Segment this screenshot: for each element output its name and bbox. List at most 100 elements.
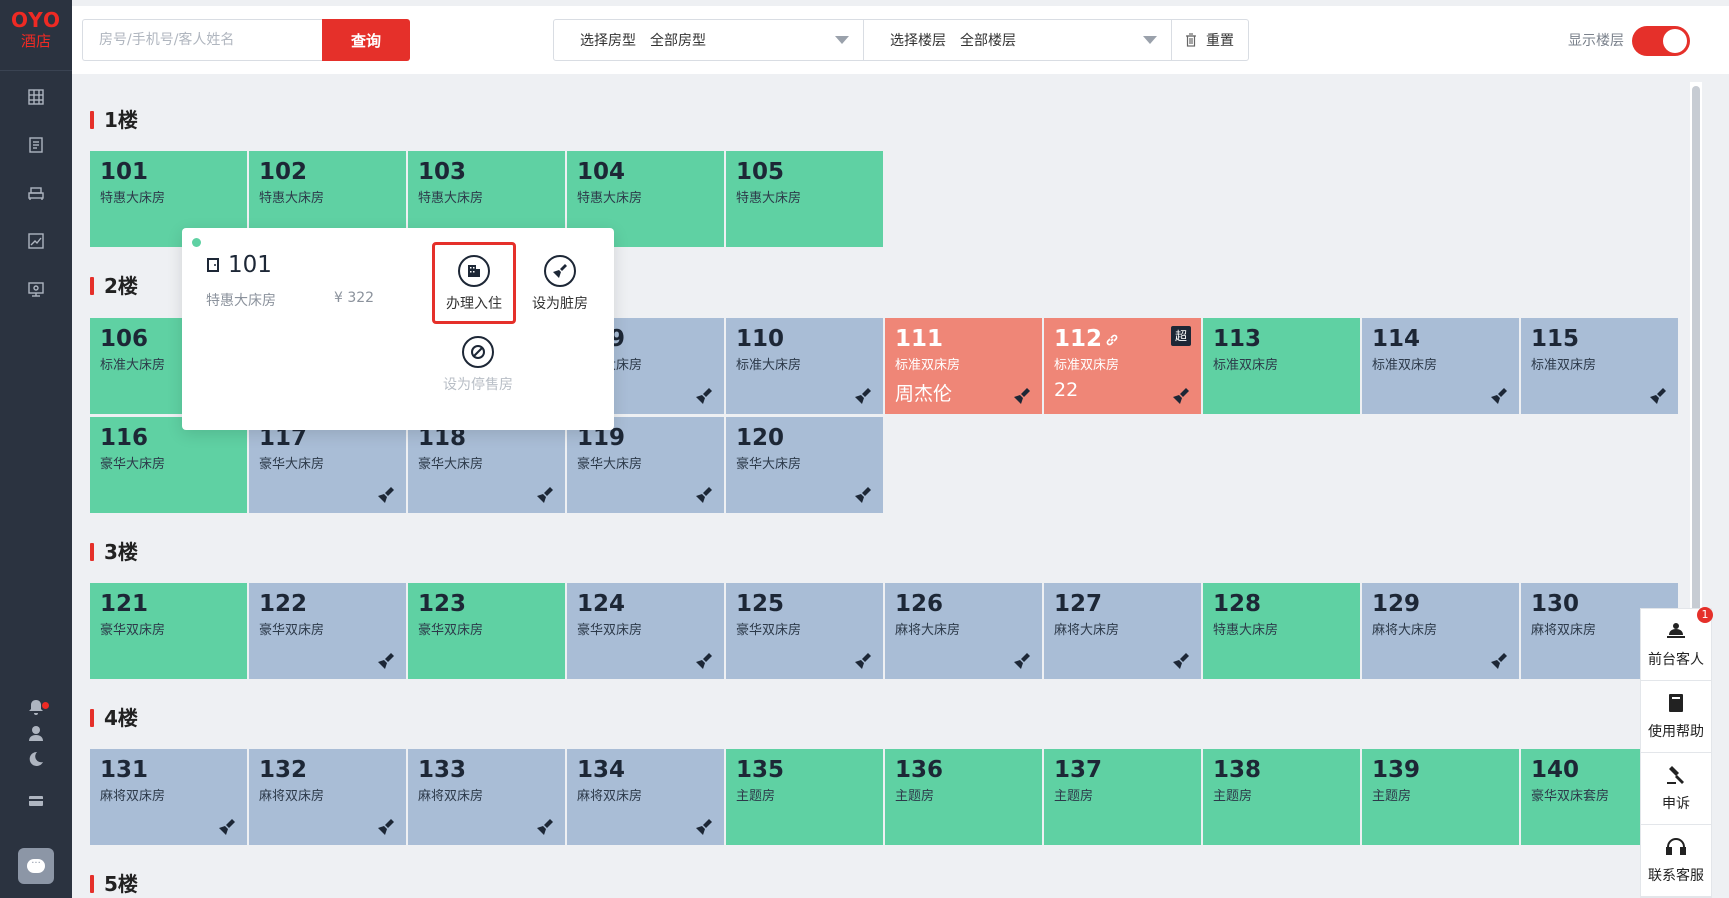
room-type: 特惠大床房: [259, 191, 325, 206]
room-type: 主题房: [1213, 789, 1253, 804]
room-number: 128: [1213, 591, 1262, 617]
broom-icon: [544, 255, 576, 287]
sidebar: OYO 酒店 ···: [0, 0, 72, 898]
room-card[interactable]: 119 豪华大床房: [567, 417, 724, 513]
checkin-button[interactable]: 办理入住: [432, 242, 516, 324]
room-card[interactable]: 110 标准大床房: [726, 318, 883, 414]
room-card[interactable]: 111 标准双床房 周杰伦: [885, 318, 1042, 414]
bed-icon[interactable]: [25, 182, 47, 204]
broom-icon: [694, 485, 714, 505]
set-dirty-label: 设为脏房: [532, 296, 588, 312]
room-card[interactable]: 135 主题房: [726, 749, 883, 845]
show-floor-toggle[interactable]: [1632, 26, 1690, 56]
room-type: 豪华双床房: [418, 623, 484, 638]
room-type: 麻将大床房: [1054, 623, 1120, 638]
room-card[interactable]: 105 特惠大床房: [726, 151, 883, 247]
search-input[interactable]: [82, 19, 322, 61]
room-card[interactable]: 134 麻将双床房: [567, 749, 724, 845]
room-card[interactable]: 118 豪华大床房: [408, 417, 565, 513]
room-card[interactable]: 112 标准双床房 22 超: [1044, 318, 1201, 414]
room-card[interactable]: 136 主题房: [885, 749, 1042, 845]
room-type: 主题房: [1054, 789, 1094, 804]
room-type-select[interactable]: 选择房型 全部房型: [554, 20, 864, 60]
room-card[interactable]: 116 豪华大床房: [90, 417, 247, 513]
logo[interactable]: OYO 酒店: [0, 8, 72, 51]
room-number: 103: [418, 159, 467, 185]
room-type: 豪华双床房: [100, 623, 166, 638]
room-number: 120: [736, 425, 785, 451]
room-card[interactable]: 127 麻将大床房: [1044, 583, 1201, 679]
room-number: 138: [1213, 757, 1262, 783]
popover-room-type: 特惠大床房: [206, 293, 276, 309]
room-number: 131: [100, 757, 149, 783]
room-number: 127: [1054, 591, 1103, 617]
room-card[interactable]: 121 豪华双床房: [90, 583, 247, 679]
room-card[interactable]: 137 主题房: [1044, 749, 1201, 845]
chart-icon[interactable]: [25, 230, 47, 252]
room-card[interactable]: 120 豪华大床房: [726, 417, 883, 513]
room-number: 136: [895, 757, 944, 783]
query-button[interactable]: 查询: [322, 19, 410, 61]
room-card[interactable]: 132 麻将双床房: [249, 749, 406, 845]
reset-label: 重置: [1206, 33, 1234, 49]
room-number: 139: [1372, 757, 1421, 783]
room-card[interactable]: 138 主题房: [1203, 749, 1360, 845]
help-label: 使用帮助: [1648, 724, 1704, 740]
room-type: 主题房: [1372, 789, 1412, 804]
room-card[interactable]: 124 豪华双床房: [567, 583, 724, 679]
room-card[interactable]: 122 豪华双床房: [249, 583, 406, 679]
chat-avatar[interactable]: ···: [18, 848, 54, 884]
app-root: OYO 酒店 ··· 房号/手机号/客人姓名 查询 选择房型 全部房型 选择楼层…: [0, 0, 1729, 898]
room-type: 麻将双床房: [577, 789, 643, 804]
room-card[interactable]: 123 豪华双床房: [408, 583, 565, 679]
room-card[interactable]: 115 标准双床房: [1521, 318, 1678, 414]
room-number: 114: [1372, 326, 1421, 352]
help-button[interactable]: 使用帮助: [1641, 681, 1711, 753]
list-icon[interactable]: [25, 134, 47, 156]
room-card[interactable]: 133 麻将双床房: [408, 749, 565, 845]
room-type: 豪华大床房: [418, 457, 484, 472]
ban-icon: [462, 336, 494, 368]
moon-icon[interactable]: [25, 748, 47, 770]
logo-sub: 酒店: [20, 32, 51, 50]
room-type: 主题房: [736, 789, 776, 804]
room-action-popover: 101 特惠大床房 ¥ 322 办理入住 设为脏房 设为停售房: [182, 228, 614, 430]
floor-title: 3楼: [90, 540, 138, 564]
room-type: 麻将大床房: [895, 623, 961, 638]
room-type: 标准双床房: [895, 358, 961, 373]
scrollbar-thumb[interactable]: [1692, 86, 1700, 676]
floor-select[interactable]: 选择楼层 全部楼层: [864, 20, 1172, 60]
room-card[interactable]: 126 麻将大床房: [885, 583, 1042, 679]
user-icon[interactable]: [25, 722, 47, 744]
room-card[interactable]: 128 特惠大床房: [1203, 583, 1360, 679]
floor-title: 1楼: [90, 108, 138, 132]
room-card[interactable]: 117 豪华大床房: [249, 417, 406, 513]
notification-dot: [42, 702, 49, 709]
grid-icon[interactable]: [25, 86, 47, 108]
room-type: 麻将大床房: [1372, 623, 1438, 638]
room-card[interactable]: 113 标准双床房: [1203, 318, 1360, 414]
front-desk-guest-button[interactable]: 1 前台客人: [1641, 607, 1713, 681]
room-card[interactable]: 114 标准双床房: [1362, 318, 1519, 414]
room-card[interactable]: 129 麻将大床房: [1362, 583, 1519, 679]
customer-service-label: 联系客服: [1648, 868, 1704, 884]
room-type: 标准大床房: [736, 358, 802, 373]
set-out-of-service-button[interactable]: 设为停售房: [436, 336, 520, 394]
customer-service-button[interactable]: 联系客服: [1641, 825, 1711, 897]
broom-icon: [694, 817, 714, 837]
card-icon[interactable]: [25, 790, 47, 812]
broom-icon: [853, 386, 873, 406]
front-desk-label: 前台客人: [1648, 652, 1704, 668]
room-type: 特惠大床房: [1213, 623, 1279, 638]
monitor-icon[interactable]: [25, 278, 47, 300]
room-card[interactable]: 131 麻将双床房: [90, 749, 247, 845]
room-card[interactable]: 139 主题房: [1362, 749, 1519, 845]
room-card[interactable]: 125 豪华双床房: [726, 583, 883, 679]
set-dirty-button[interactable]: 设为脏房: [518, 255, 602, 313]
reset-button[interactable]: 重置: [1172, 20, 1248, 60]
room-number: 101: [100, 159, 149, 185]
complaint-button[interactable]: 申诉: [1641, 753, 1711, 825]
bell-icon[interactable]: [25, 696, 49, 718]
toggle-knob: [1663, 29, 1687, 53]
room-type: 标准双床房: [1531, 358, 1597, 373]
